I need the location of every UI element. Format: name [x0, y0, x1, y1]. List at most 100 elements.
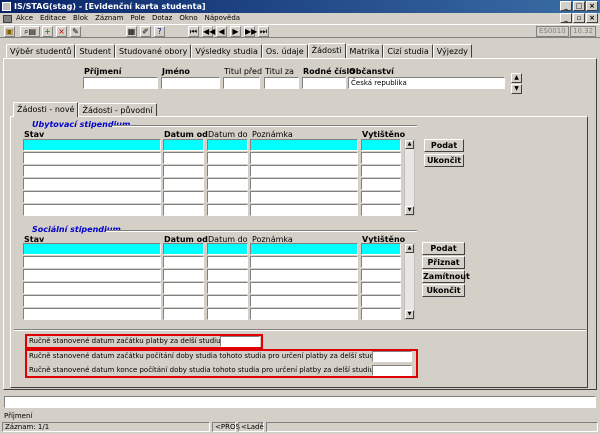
ubytovaci-cell-vytisteno[interactable]: [361, 178, 401, 190]
socialni-cell-datum-do[interactable]: [207, 243, 248, 255]
first-record-icon[interactable]: ⏮: [188, 26, 199, 37]
ubytovaci-cell-stav[interactable]: [23, 191, 161, 203]
tab-vyjezdy[interactable]: Výjezdy: [432, 44, 472, 58]
ubytovaci-cell-datum-do[interactable]: [207, 204, 248, 216]
delete-record-icon[interactable]: ×: [56, 26, 67, 37]
ubytovaci-cell-stav[interactable]: [23, 139, 161, 151]
ubytovaci-cell-datum-do[interactable]: [207, 165, 248, 177]
socialni-cell-datum-do[interactable]: [207, 308, 248, 320]
tab-zadosti[interactable]: Žádosti: [307, 43, 346, 58]
menu-blok[interactable]: Blok: [73, 13, 88, 24]
socialni-cell-poznamka[interactable]: [250, 282, 358, 294]
socialni-cell-vytisteno[interactable]: [361, 256, 401, 268]
socialni-cell-stav[interactable]: [23, 256, 161, 268]
socialni-cell-stav[interactable]: [23, 282, 161, 294]
ubytovaci-cell-datum-od[interactable]: [163, 152, 204, 164]
menu-pole[interactable]: Pole: [130, 13, 145, 24]
mdi-restore-button[interactable]: ▫: [573, 13, 585, 23]
socialni-zamitnout-button[interactable]: Zamítnout: [422, 270, 470, 283]
next-record-icon[interactable]: ▶: [230, 26, 241, 37]
ubytovaci-cell-vytisteno[interactable]: [361, 152, 401, 164]
tab-studovane-obory[interactable]: Studované obory: [114, 44, 192, 58]
ubytovaci-cell-poznamka[interactable]: [250, 139, 358, 151]
menu-akce[interactable]: Akce: [16, 13, 33, 24]
menu-okno[interactable]: Okno: [179, 13, 197, 24]
ubytovaci-ukoncit-button[interactable]: Ukončit: [424, 154, 464, 167]
ubytovaci-cell-datum-od[interactable]: [163, 178, 204, 190]
ubytovaci-cell-vytisteno[interactable]: [361, 191, 401, 203]
ubytovaci-podat-button[interactable]: Podat: [424, 139, 464, 152]
help-icon[interactable]: ?: [154, 26, 165, 37]
socialni-cell-datum-od[interactable]: [163, 308, 204, 320]
socialni-cell-stav[interactable]: [23, 269, 161, 281]
save-icon[interactable]: ▣: [4, 26, 15, 37]
scroll-up-icon[interactable]: ▲: [511, 73, 522, 83]
socialni-cell-datum-od[interactable]: [163, 256, 204, 268]
scroll-down-icon[interactable]: ▼: [511, 84, 522, 94]
tab-vyber-studentu[interactable]: Výběr studentů: [6, 44, 76, 58]
socialni-cell-stav[interactable]: [23, 295, 161, 307]
socialni-cell-stav[interactable]: [23, 308, 161, 320]
socialni-cell-datum-do[interactable]: [207, 269, 248, 281]
ubytovaci-cell-datum-od[interactable]: [163, 139, 204, 151]
close-button[interactable]: ×: [586, 1, 598, 11]
menu-editace[interactable]: Editace: [40, 13, 66, 24]
socialni-priznat-button[interactable]: Přiznat: [422, 256, 465, 269]
rodne-cislo-field[interactable]: [302, 77, 346, 89]
ubytovaci-cell-vytisteno[interactable]: [361, 139, 401, 151]
menu-dotaz[interactable]: Dotaz: [152, 13, 172, 24]
socialni-cell-vytisteno[interactable]: [361, 282, 401, 294]
subtab-zadosti-puvodni[interactable]: Žádosti - původní: [78, 103, 157, 117]
socialni-cell-vytisteno[interactable]: [361, 269, 401, 281]
maximize-button[interactable]: □: [573, 1, 585, 11]
edit-icon[interactable]: ✐: [140, 26, 151, 37]
socialni-cell-poznamka[interactable]: [250, 295, 358, 307]
ubytovaci-cell-poznamka[interactable]: [250, 165, 358, 177]
mdi-close-button[interactable]: ×: [586, 13, 598, 23]
minimize-button[interactable]: _: [560, 1, 572, 11]
list-icon[interactable]: ▦: [126, 26, 137, 37]
ubytovaci-cell-datum-od[interactable]: [163, 165, 204, 177]
ubytovaci-scrollbar[interactable]: ▲ ▼: [404, 139, 415, 216]
socialni-ukoncit-button[interactable]: Ukončit: [422, 284, 465, 297]
ubytovaci-cell-datum-do[interactable]: [207, 152, 248, 164]
socialni-cell-poznamka[interactable]: [250, 269, 358, 281]
ubytovaci-cell-datum-od[interactable]: [163, 204, 204, 216]
ubytovaci-cell-poznamka[interactable]: [250, 152, 358, 164]
scroll-down-icon[interactable]: ▼: [405, 206, 414, 215]
subtab-zadosti-nove[interactable]: Žádosti - nové: [13, 102, 79, 117]
ubytovaci-cell-poznamka[interactable]: [250, 191, 358, 203]
ubytovaci-cell-datum-do[interactable]: [207, 139, 248, 151]
ubytovaci-cell-poznamka[interactable]: [250, 178, 358, 190]
socialni-cell-datum-od[interactable]: [163, 282, 204, 294]
ubytovaci-cell-stav[interactable]: [23, 152, 161, 164]
ubytovaci-cell-datum-do[interactable]: [207, 191, 248, 203]
titul-pred-field[interactable]: [223, 77, 260, 89]
ubytovaci-cell-vytisteno[interactable]: [361, 165, 401, 177]
socialni-cell-datum-do[interactable]: [207, 256, 248, 268]
query-icon[interactable]: ⌕▤: [20, 26, 40, 37]
konec-pocitani-field[interactable]: [372, 365, 412, 376]
ubytovaci-cell-vytisteno[interactable]: [361, 204, 401, 216]
tab-cizi-studia[interactable]: Cizí studia: [383, 44, 433, 58]
socialni-cell-datum-od[interactable]: [163, 269, 204, 281]
socialni-cell-poznamka[interactable]: [250, 243, 358, 255]
prijmeni-field[interactable]: [83, 77, 158, 89]
insert-record-icon[interactable]: +: [42, 26, 53, 37]
socialni-cell-stav[interactable]: [23, 243, 161, 255]
scroll-down-icon[interactable]: ▼: [405, 310, 414, 319]
socialni-cell-vytisteno[interactable]: [361, 243, 401, 255]
socialni-cell-datum-do[interactable]: [207, 295, 248, 307]
jmeno-field[interactable]: [161, 77, 220, 89]
zacatek-platby-field[interactable]: [220, 336, 260, 347]
socialni-scrollbar[interactable]: ▲ ▼: [404, 243, 415, 320]
document-icon[interactable]: [3, 14, 12, 23]
titul-za-field[interactable]: [264, 77, 299, 89]
ubytovaci-cell-datum-do[interactable]: [207, 178, 248, 190]
ubytovaci-cell-stav[interactable]: [23, 178, 161, 190]
previous-block-icon[interactable]: ◀◀: [202, 26, 215, 37]
scroll-up-icon[interactable]: ▲: [405, 140, 414, 149]
ubytovaci-cell-poznamka[interactable]: [250, 204, 358, 216]
zacatek-pocitani-field[interactable]: [372, 351, 412, 362]
socialni-cell-datum-do[interactable]: [207, 282, 248, 294]
